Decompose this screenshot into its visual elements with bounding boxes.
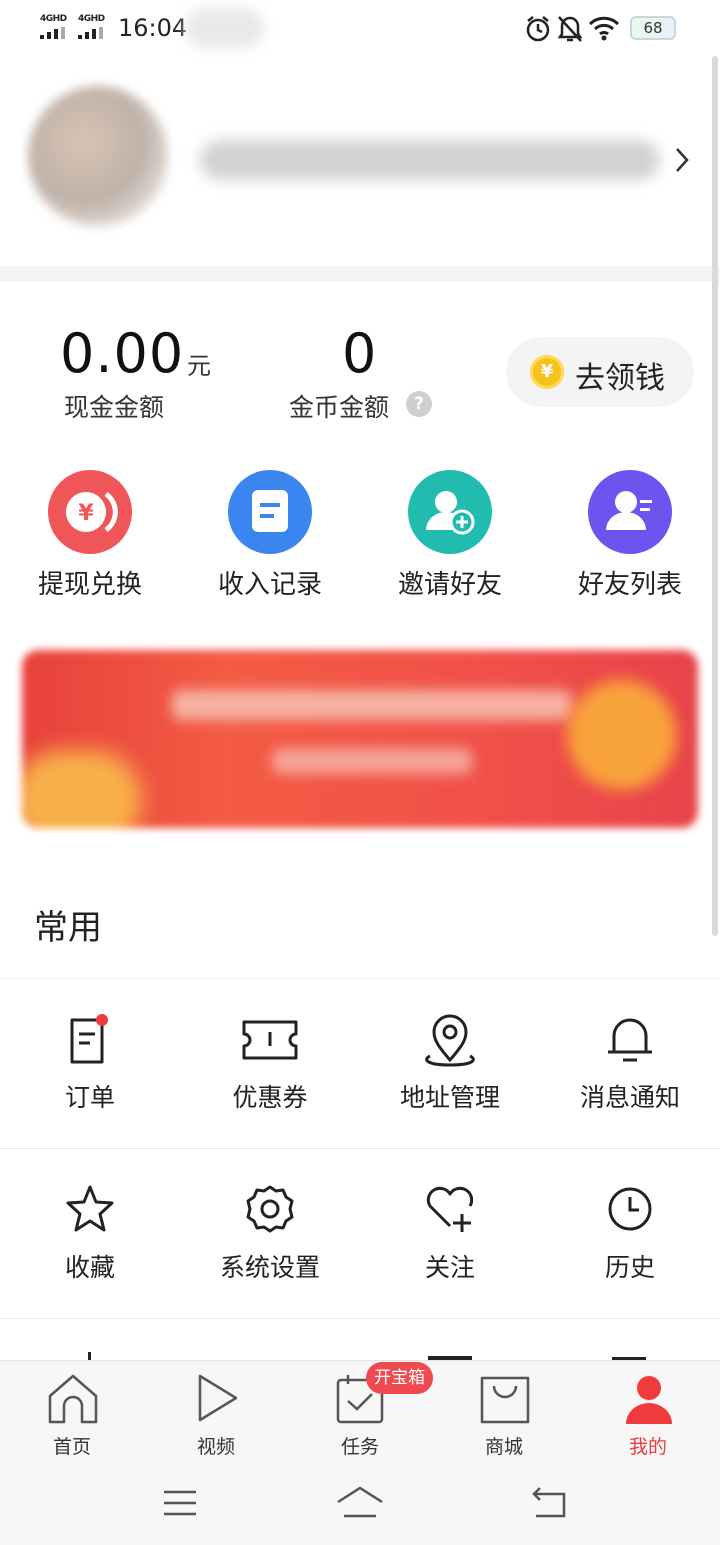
gear-icon	[246, 1185, 294, 1233]
tab-label: 任务	[340, 1436, 379, 1458]
treasure-box-badge[interactable]: 开宝箱	[366, 1362, 433, 1394]
location-icon	[425, 1014, 475, 1067]
grid-item-notifications[interactable]: 消息通知	[540, 1012, 720, 1142]
tab-mall[interactable]: 商城	[432, 1372, 576, 1462]
back-icon[interactable]	[530, 1486, 568, 1520]
tab-home[interactable]: 首页	[0, 1372, 144, 1462]
tab-label: 视频	[196, 1436, 235, 1458]
divider	[0, 978, 720, 979]
grid-item-coupons[interactable]: 优惠券	[180, 1012, 360, 1142]
grid-item-history[interactable]: 历史	[540, 1182, 720, 1312]
profile-name-blurred	[200, 140, 660, 180]
quick-action-withdraw[interactable]: ¥ 提现兑换	[0, 470, 180, 600]
divider	[0, 1148, 720, 1149]
grid-item-orders[interactable]: 订单	[0, 1012, 180, 1142]
grid-item-label: 系统设置	[219, 1253, 320, 1282]
wifi-icon	[588, 16, 620, 41]
signal-label: 4GHD	[40, 14, 67, 24]
heart-plus-icon	[426, 1186, 474, 1232]
signal-label: 4GHD	[78, 14, 105, 24]
coin-amount: 0	[342, 322, 377, 385]
grid-item-settings[interactable]: 系统设置	[180, 1182, 360, 1312]
grid-item-label: 收藏	[64, 1253, 115, 1282]
tab-label: 商城	[484, 1436, 523, 1458]
section-title-common: 常用	[34, 908, 102, 948]
home-nav-icon[interactable]	[336, 1486, 384, 1520]
grid-item-follow[interactable]: 关注	[360, 1182, 540, 1312]
grid-item-label: 订单	[64, 1083, 115, 1112]
quick-action-invite[interactable]: 邀请好友	[360, 470, 540, 600]
scrollbar[interactable]	[712, 56, 718, 936]
cash-amount: 0.00	[60, 322, 185, 385]
profile-header[interactable]	[0, 70, 720, 260]
avatar[interactable]	[28, 86, 168, 226]
add-person-icon	[408, 470, 492, 554]
svg-text:¥: ¥	[78, 501, 94, 526]
section-divider	[0, 266, 720, 282]
get-money-button[interactable]: ¥ 去领钱	[506, 337, 694, 407]
system-navigation-bar	[0, 1474, 720, 1534]
mute-icon	[557, 16, 583, 42]
divider	[0, 1318, 720, 1319]
quick-action-label: 收入记录	[217, 570, 322, 600]
tab-video[interactable]: 视频	[144, 1372, 288, 1462]
yuan-coins-icon: ¥	[48, 470, 132, 554]
grid-item-favorites[interactable]: 收藏	[0, 1182, 180, 1312]
grid-item-address[interactable]: 地址管理	[360, 1012, 540, 1142]
signal-icon: 4GHD	[78, 14, 110, 40]
coin-label: 金币金额	[289, 393, 390, 422]
chevron-right-icon[interactable]	[668, 143, 696, 177]
grid-item-label: 关注	[424, 1253, 475, 1282]
status-bar: 4GHD 4GHD 16:04 68	[0, 0, 720, 56]
home-icon	[48, 1374, 98, 1424]
tab-label: 首页	[52, 1436, 91, 1458]
quick-action-income[interactable]: 收入记录	[180, 470, 360, 600]
star-icon	[66, 1185, 114, 1232]
cash-unit: 元	[187, 352, 211, 380]
coin-icon: ¥	[530, 355, 564, 389]
bell-icon	[608, 1018, 652, 1062]
signal-icon: 4GHD	[40, 14, 72, 40]
grid-item-label: 消息通知	[579, 1083, 680, 1112]
tab-mine[interactable]: 我的	[576, 1372, 720, 1462]
cash-label: 现金金额	[64, 393, 165, 422]
help-icon[interactable]: ?	[406, 391, 432, 417]
order-icon	[70, 1014, 108, 1064]
alarm-icon	[526, 16, 550, 42]
menu-icon[interactable]	[162, 1488, 198, 1518]
tab-label: 我的	[628, 1436, 667, 1458]
partial-icon	[88, 1352, 91, 1360]
grid-item-label: 历史	[604, 1253, 655, 1282]
play-icon	[198, 1374, 238, 1422]
coupon-icon	[242, 1020, 298, 1060]
document-icon	[228, 470, 312, 554]
quick-action-label: 邀请好友	[397, 570, 502, 600]
grid-item-label: 优惠券	[232, 1083, 308, 1112]
get-money-label: 去领钱	[575, 361, 665, 396]
quick-action-label: 提现兑换	[37, 570, 142, 600]
clock-time: 16:04	[118, 14, 188, 42]
person-icon	[626, 1376, 672, 1424]
battery-indicator: 68	[630, 16, 676, 40]
bag-icon	[480, 1376, 530, 1424]
clock-icon	[608, 1187, 652, 1231]
blurred-status-item	[185, 8, 265, 48]
grid-item-label: 地址管理	[399, 1083, 500, 1112]
person-list-icon	[588, 470, 672, 554]
quick-action-friends[interactable]: 好友列表	[540, 470, 720, 600]
promo-banner[interactable]	[22, 650, 698, 828]
quick-action-label: 好友列表	[577, 570, 682, 600]
